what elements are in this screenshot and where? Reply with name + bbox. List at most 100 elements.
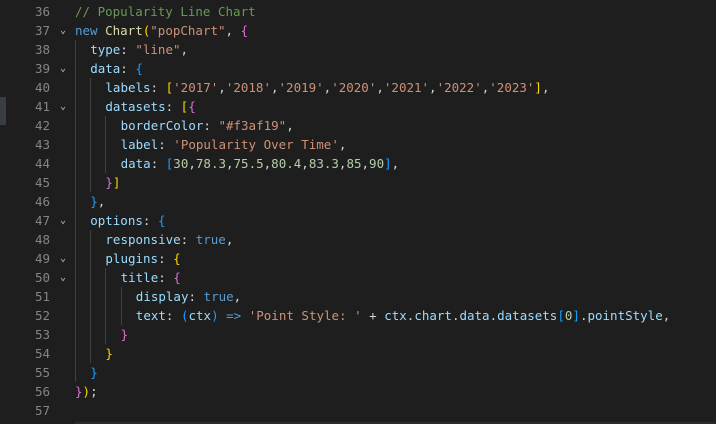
code-token: 80.4: [271, 156, 302, 171]
line-number: 47: [34, 213, 50, 228]
code-line[interactable]: 36 // Popularity Line Chart: [0, 2, 716, 21]
code-line[interactable]: 37 ⌄ new Chart("popChart", {: [0, 21, 716, 40]
indent-guide: [105, 268, 107, 287]
code-token: '2020': [331, 80, 377, 95]
code-line[interactable]: 51 display: true,: [0, 287, 716, 306]
code-token: }: [105, 346, 113, 361]
code-line[interactable]: 42 borderColor: "#f3af19",: [0, 116, 716, 135]
fold-chevron-icon[interactable]: ⌄: [57, 211, 69, 230]
indent-guide: [75, 116, 76, 135]
code-token: "#f3af19": [218, 118, 287, 133]
code-token: '2017': [173, 80, 219, 95]
code-token: ]: [384, 156, 392, 171]
indent-guide: [105, 306, 107, 325]
code-text: // Popularity Line Chart: [75, 2, 256, 21]
code-line[interactable]: 47 ⌄ options: {: [0, 211, 716, 230]
code-area[interactable]: 36// Popularity Line Chart 37 ⌄ new Chart("…: [0, 2, 716, 420]
code-token: ,: [338, 137, 347, 152]
indent-guide: [105, 287, 107, 306]
code-token: 75.5: [233, 156, 264, 171]
code-line[interactable]: 56});: [0, 382, 716, 401]
code-line[interactable]: 38 type: "line",: [0, 40, 716, 59]
fold-chevron-icon[interactable]: ⌄: [57, 21, 69, 40]
code-text: data: {: [90, 59, 143, 78]
code-token: {: [157, 213, 166, 228]
code-line[interactable]: 46},: [0, 192, 716, 211]
code-token: :: [180, 232, 196, 247]
code-token: :: [165, 99, 181, 114]
indent-guide: [75, 59, 76, 78]
code-line[interactable]: 48 responsive: true,: [0, 230, 716, 249]
indent-guide: [75, 325, 76, 344]
indent-guide: [75, 192, 76, 211]
fold-chevron-icon[interactable]: ⌄: [57, 268, 69, 287]
code-token: ]: [534, 80, 542, 95]
code-text: options: {: [90, 211, 165, 230]
code-token: borderColor: [120, 118, 204, 133]
code-line[interactable]: 44 data: [30,78.3,75.5,80.4,83.3,85,90],: [0, 154, 716, 173]
code-line[interactable]: 39 ⌄ data: {: [0, 59, 716, 78]
indent-guide: [75, 230, 76, 249]
indent-guide: [75, 306, 76, 325]
code-text: borderColor: "#f3af19",: [121, 116, 294, 135]
line-number: 49: [34, 251, 50, 266]
fold-chevron-icon[interactable]: ⌄: [57, 249, 69, 268]
code-token: ): [211, 308, 219, 323]
code-line[interactable]: 45}]: [0, 173, 716, 192]
code-token: ,: [391, 156, 400, 171]
code-line[interactable]: 53}: [0, 325, 716, 344]
code-token: +: [361, 308, 385, 323]
code-token: new: [75, 23, 98, 38]
code-editor[interactable]: 36// Popularity Line Chart 37 ⌄ new Chart("…: [0, 0, 716, 424]
code-line[interactable]: 55}: [0, 363, 716, 382]
indent-guide: [75, 249, 76, 268]
line-number: 53: [34, 327, 50, 342]
code-token: }: [90, 194, 98, 209]
indent-guide: [90, 344, 92, 363]
code-line[interactable]: 57: [0, 401, 716, 420]
indent-guide: [105, 135, 107, 154]
code-line[interactable]: 49 ⌄ plugins: {: [0, 249, 716, 268]
code-token: }: [120, 327, 129, 342]
code-token: 83.3: [308, 156, 339, 171]
indent-guide: [75, 287, 76, 306]
code-token: labels: [105, 80, 151, 95]
line-number: 45: [34, 175, 50, 190]
code-token: ,: [286, 118, 294, 133]
code-text: });: [75, 382, 98, 401]
indent-guide: [90, 325, 92, 344]
code-token: 85: [346, 156, 362, 171]
code-token: :: [120, 42, 136, 57]
code-token: 90: [369, 156, 385, 171]
code-token: ,: [225, 232, 234, 247]
code-token: }: [75, 384, 83, 399]
indent-guide: [120, 306, 122, 325]
code-token: ,: [218, 80, 226, 95]
code-token: :: [158, 270, 174, 285]
code-line[interactable]: 54}: [0, 344, 716, 363]
code-token: :: [165, 308, 181, 323]
code-token: // Popularity Line Chart: [75, 4, 256, 19]
code-token: '2023': [489, 80, 535, 95]
indent-guide: [105, 116, 107, 135]
code-line[interactable]: 40 labels: ['2017','2018','2019','2020','…: [0, 78, 716, 97]
indent-guide: [75, 97, 76, 116]
code-token: :: [142, 213, 158, 228]
code-token: [: [165, 80, 174, 95]
code-token: :: [158, 137, 174, 152]
indent-guide: [75, 211, 76, 230]
fold-chevron-icon[interactable]: ⌄: [57, 59, 69, 78]
code-line[interactable]: 52 text: (ctx) => 'Point Style: ' + ctx.c…: [0, 306, 716, 325]
code-line[interactable]: 41 ⌄ datasets: [{: [0, 97, 716, 116]
code-token: Chart: [105, 23, 143, 38]
code-token: ]: [572, 308, 580, 323]
code-token: options: [90, 213, 143, 228]
code-line[interactable]: 43 label: 'Popularity Over Time',: [0, 135, 716, 154]
line-number: 55: [34, 365, 50, 380]
line-number: 43: [34, 137, 50, 152]
code-line[interactable]: 50 ⌄ title: {: [0, 268, 716, 287]
indent-guide: [90, 173, 92, 192]
code-token: '2022': [436, 80, 482, 95]
code-token: display: [135, 289, 189, 304]
fold-chevron-icon[interactable]: ⌄: [57, 97, 69, 116]
